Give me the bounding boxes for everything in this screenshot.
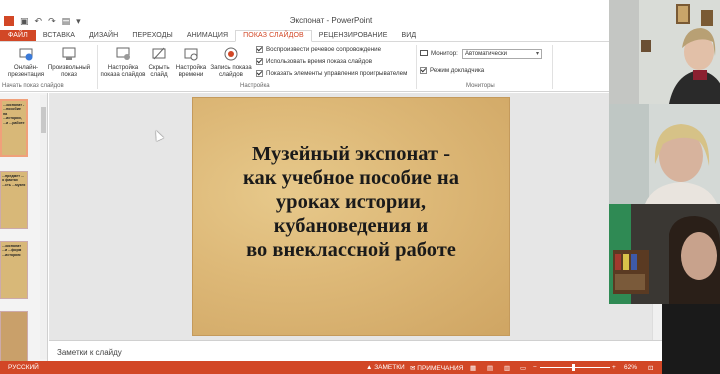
group-setup-label: Настройка (240, 83, 270, 89)
tab-view[interactable]: ВИД (395, 32, 424, 41)
slide-thumbnails-pane: ...экспонат - ...пособие на ...истории, … (0, 93, 48, 369)
tab-animation[interactable]: АНИМАЦИЯ (180, 32, 235, 41)
presenter-view-checkbox[interactable]: Режим докладчика (420, 67, 484, 74)
checkbox-checked-icon (420, 67, 427, 74)
zoom-in-icon[interactable]: + (612, 364, 616, 371)
fit-to-window-icon[interactable]: ⊡ (648, 364, 653, 372)
hide-slide-button[interactable]: Скрыть слайд (146, 46, 172, 78)
reading-view-icon[interactable]: ▥ (504, 364, 510, 372)
media-controls-checkbox[interactable]: Показать элементы управления проигрывате… (256, 70, 407, 77)
checkbox-checked-icon (256, 70, 263, 77)
participant-video-image (609, 0, 720, 104)
zoom-slider-handle[interactable] (572, 364, 575, 371)
checkbox-checked-icon (256, 46, 263, 53)
tab-slideshow[interactable]: ПОКАЗ СЛАЙДОВ (235, 30, 312, 42)
language-indicator[interactable]: РУССКИЙ (8, 364, 39, 371)
slideshow-view-icon[interactable]: ▭ (520, 364, 526, 372)
slide-thumbnail[interactable]: ...предмет ... о фактах ...сть ...музея (0, 171, 28, 229)
custom-show-icon (62, 47, 76, 60)
participant-video-image (609, 104, 720, 204)
slideshow-setup-button[interactable]: Настройка показа слайдов (100, 46, 146, 78)
custom-show-button[interactable]: Произвольный показ (46, 46, 92, 78)
zoom-slider[interactable] (540, 367, 610, 368)
tab-file[interactable]: ФАЙЛ (0, 30, 36, 41)
slide-sorter-icon[interactable]: ▤ (487, 364, 493, 372)
ribbon: Онлайн- презентация Произвольный показ Н… (0, 42, 662, 92)
zoom-out-icon[interactable]: − (533, 364, 537, 371)
title-bar: ▣ ↶ ↷ ▤ ▾ Экспонат - PowerPoint (0, 14, 662, 29)
ribbon-tabs: ФАЙЛ ВСТАВКА ДИЗАЙН ПЕРЕХОДЫ АНИМАЦИЯ ПО… (0, 29, 662, 42)
tab-review[interactable]: РЕЦЕНЗИРОВАНИЕ (312, 32, 395, 41)
tab-design[interactable]: ДИЗАЙН (82, 32, 125, 41)
checkbox-checked-icon (256, 58, 263, 65)
group-monitors-label: Мониторы (466, 83, 495, 89)
slide-canvas: Музейный экспонат - как учебное пособие … (49, 93, 652, 340)
participant-video-2 (609, 104, 720, 204)
video-panel-background (662, 304, 720, 374)
window-title: Экспонат - PowerPoint (289, 16, 373, 25)
rehearse-timings-button[interactable]: Настройка времени (174, 46, 208, 78)
hide-slide-icon (152, 47, 166, 60)
record-slideshow-button[interactable]: Запись показа слайдов (208, 46, 254, 78)
zoom-level[interactable]: 62% (624, 364, 637, 371)
narration-checkbox[interactable]: Воспроизвести речевое сопровождение (256, 46, 381, 53)
thumbnails-scrollbar[interactable] (40, 95, 47, 359)
slide-thumbnail[interactable]: ...экспонат - ...пособие на ...истории, … (0, 99, 28, 157)
record-icon (224, 47, 238, 61)
slide-thumbnail[interactable]: ...экспонат ...и ...форм ...историю (0, 241, 28, 299)
screen: ▣ ↶ ↷ ▤ ▾ Экспонат - PowerPoint ФАЙЛ ВСТ… (0, 0, 720, 374)
tab-insert[interactable]: ВСТАВКА (36, 32, 82, 41)
powerpoint-window: ▣ ↶ ↷ ▤ ▾ Экспонат - PowerPoint ФАЙЛ ВСТ… (0, 0, 662, 374)
current-slide[interactable]: Музейный экспонат - как учебное пособие … (193, 98, 509, 335)
notes-pane[interactable]: Заметки к слайду (49, 340, 662, 361)
monitor-label: Монитор: (420, 50, 458, 57)
tab-transitions[interactable]: ПЕРЕХОДЫ (125, 32, 180, 41)
monitor-icon (420, 50, 428, 56)
group-start-label: Начать показ слайдов (2, 83, 64, 89)
participant-video-image (609, 204, 720, 304)
slide-title[interactable]: Музейный экспонат - как учебное пособие … (203, 142, 499, 262)
normal-view-icon[interactable]: ▦ (470, 364, 476, 372)
globe-icon (19, 48, 33, 61)
notes-toggle-button[interactable]: ▲ ЗАМЕТКИ (366, 364, 405, 371)
stopwatch-icon (184, 48, 198, 61)
notes-placeholder: Заметки к слайду (57, 348, 122, 357)
comments-toggle-button[interactable]: ✉ ПРИМЕЧАНИЯ (410, 364, 463, 372)
slideshow-setup-icon (116, 47, 130, 60)
participant-video-3 (609, 204, 720, 304)
timings-checkbox[interactable]: Использовать время показа слайдов (256, 58, 372, 65)
status-bar: РУССКИЙ ▲ ЗАМЕТКИ ✉ ПРИМЕЧАНИЯ ▦ ▤ ▥ ▭ −… (0, 361, 662, 374)
online-presentation-button[interactable]: Онлайн- презентация (6, 46, 46, 78)
monitor-select[interactable]: Автоматически (462, 49, 542, 59)
participant-video-1 (609, 0, 720, 104)
